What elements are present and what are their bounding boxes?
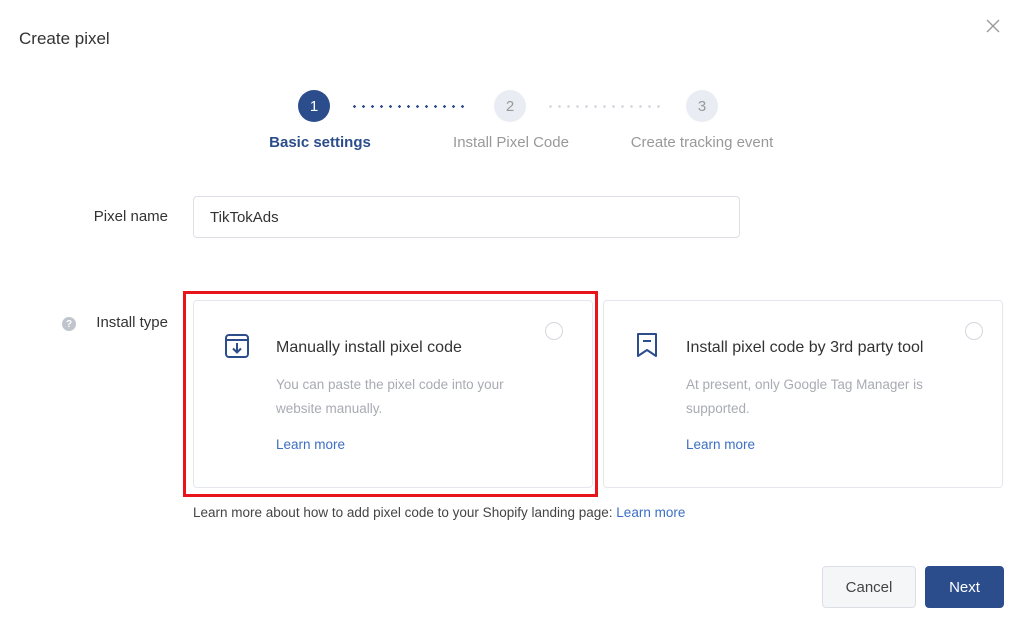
next-button[interactable]: Next — [925, 566, 1004, 608]
step-2-label: Install Pixel Code — [453, 134, 569, 151]
close-button[interactable] — [985, 18, 1001, 34]
pixel-name-label: Pixel name — [93, 208, 168, 225]
dialog-title: Create pixel — [19, 29, 110, 48]
option-title: Manually install pixel code — [276, 339, 462, 356]
close-icon — [986, 19, 1000, 33]
step-connector-1 — [350, 105, 465, 108]
option-description: You can paste the pixel code into your w… — [276, 377, 504, 416]
learn-more-link[interactable]: Learn more — [686, 437, 755, 452]
question-circle-icon[interactable]: ? — [62, 317, 76, 331]
install-type-label: Install type — [96, 314, 168, 331]
step-3-circle: 3 — [686, 90, 718, 122]
shopify-hint: Learn more about how to add pixel code t… — [193, 505, 685, 520]
step-2-circle: 2 — [494, 90, 526, 122]
download-box-icon — [225, 334, 249, 358]
option-radio[interactable] — [965, 322, 983, 340]
option-description: At present, only Google Tag Manager is s… — [686, 377, 923, 416]
step-1-circle: 1 — [298, 90, 330, 122]
cancel-button[interactable]: Cancel — [822, 566, 916, 608]
step-3-label: Create tracking event — [630, 134, 774, 151]
install-option-manual[interactable]: Manually install pixel code You can past… — [193, 300, 593, 488]
stepper: 1 2 3 Basic settings Install Pixel Code … — [0, 90, 1024, 160]
pixel-name-input[interactable] — [193, 196, 740, 238]
install-option-third-party[interactable]: Install pixel code by 3rd party tool At … — [603, 300, 1003, 488]
option-title: Install pixel code by 3rd party tool — [686, 339, 924, 356]
hint-learn-more-link[interactable]: Learn more — [616, 505, 685, 520]
hint-text: Learn more about how to add pixel code t… — [193, 505, 617, 520]
bookmark-icon — [637, 333, 657, 357]
step-connector-2 — [546, 105, 661, 108]
option-radio[interactable] — [545, 322, 563, 340]
step-1-label: Basic settings — [269, 134, 371, 151]
learn-more-link[interactable]: Learn more — [276, 437, 345, 452]
